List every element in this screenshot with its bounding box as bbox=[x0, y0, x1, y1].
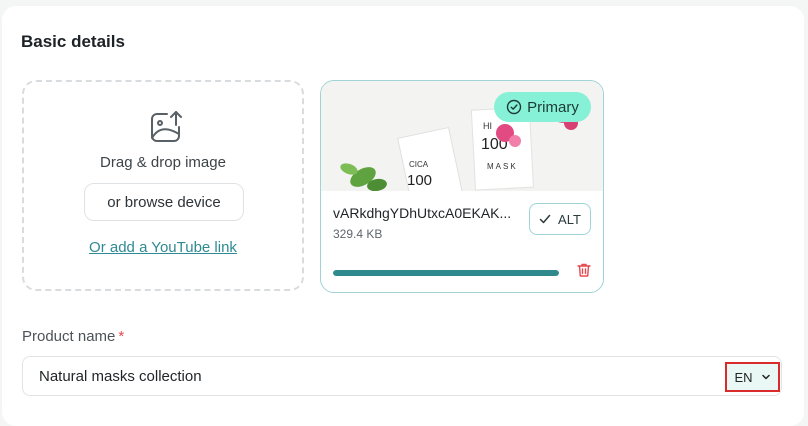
section-title: Basic details bbox=[21, 32, 125, 51]
image-upload-icon bbox=[151, 111, 182, 142]
language-code: EN bbox=[734, 369, 753, 385]
language-select[interactable]: EN bbox=[725, 362, 780, 392]
check-circle-icon bbox=[506, 99, 522, 115]
uploaded-image-card: HI 100 MASK CICA 100 Primary vARkdhgYDhU… bbox=[320, 80, 604, 293]
alt-label: ALT bbox=[558, 211, 581, 227]
image-dropzone[interactable]: Drag & drop image or browse device Or ad… bbox=[22, 80, 304, 291]
product-name-label-text: Product name bbox=[22, 328, 116, 345]
required-mark: * bbox=[118, 328, 125, 345]
check-icon bbox=[539, 214, 551, 224]
thumb-text-mask: MASK bbox=[487, 162, 518, 171]
product-name-input[interactable] bbox=[39, 357, 699, 395]
alt-text-button[interactable]: ALT bbox=[529, 203, 591, 235]
file-size: 329.4 KB bbox=[333, 227, 383, 241]
basic-details-card: Basic details Drag & drop image or brows… bbox=[2, 6, 804, 426]
thumb-text-cica: CICA bbox=[409, 160, 429, 169]
product-name-field: EN bbox=[22, 356, 782, 396]
file-name: vARkdhgYDhUtxcA0EKAK... bbox=[333, 205, 512, 221]
add-youtube-link[interactable]: Or add a YouTube link bbox=[24, 239, 302, 256]
browse-device-button[interactable]: or browse device bbox=[84, 183, 244, 221]
thumb-text-hi: HI bbox=[483, 121, 492, 131]
thumb-text-nums-left: 100 bbox=[407, 172, 432, 189]
upload-progress-bar bbox=[333, 270, 559, 276]
image-thumbnail[interactable]: HI 100 MASK CICA 100 Primary bbox=[321, 81, 603, 191]
chevron-down-icon bbox=[761, 374, 770, 380]
primary-badge: Primary bbox=[494, 92, 591, 122]
product-name-label: Product name * bbox=[22, 328, 124, 345]
trash-icon[interactable] bbox=[575, 261, 593, 279]
primary-badge-label: Primary bbox=[527, 98, 579, 116]
upload-progress-fill bbox=[333, 270, 559, 276]
drag-drop-text: Drag & drop image bbox=[100, 154, 226, 171]
